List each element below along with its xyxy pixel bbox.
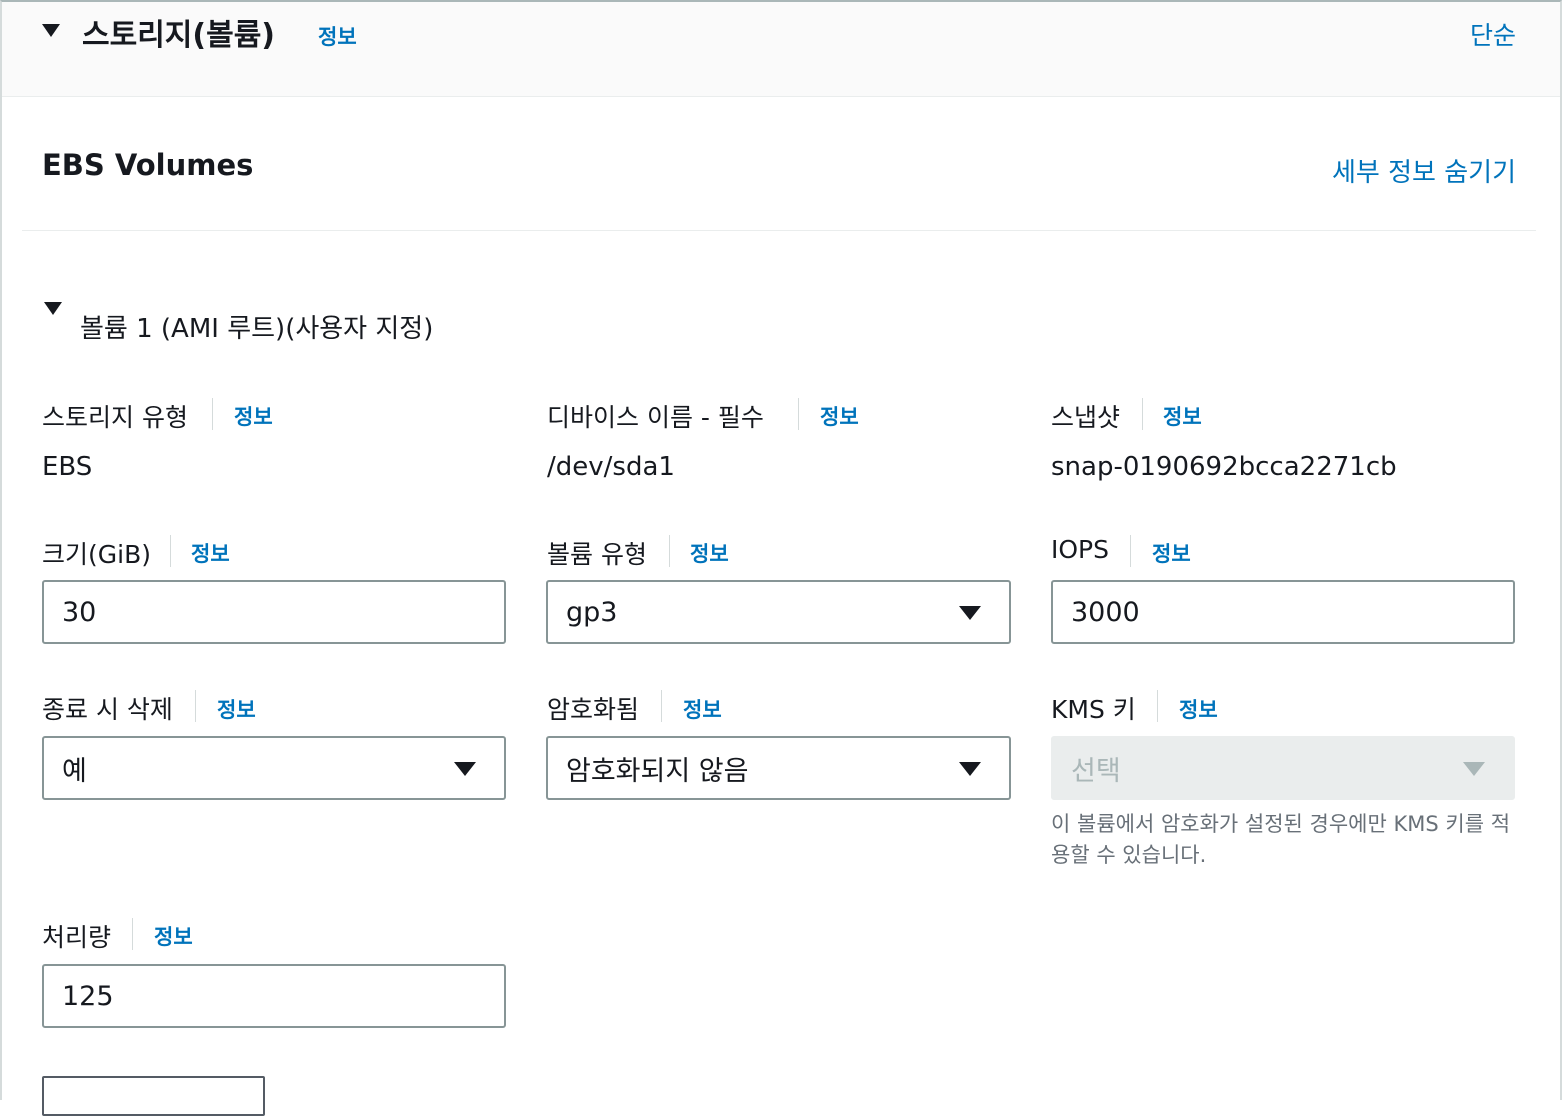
kms-key-hint: 이 볼륨에서 암호화가 설정된 경우에만 KMS 키를 적용할 수 있습니다. <box>1051 812 1511 867</box>
kms-key-select: 선택 <box>1051 736 1515 800</box>
dropdown-triangle-icon <box>959 762 981 776</box>
encrypted-select[interactable]: 암호화되지 않음 <box>546 736 1011 800</box>
device-name-value: /dev/sda1 <box>547 452 675 482</box>
throughput-input[interactable] <box>42 964 506 1028</box>
size-input[interactable] <box>42 580 506 644</box>
label-separator <box>170 535 171 567</box>
label-separator <box>1157 690 1158 722</box>
partial-button[interactable] <box>42 1076 265 1116</box>
encrypted-selected-value: 암호화되지 않음 <box>566 755 749 787</box>
volume-title: 볼륨 1 (AMI 루트)(사용자 지정) <box>80 314 434 344</box>
device-name-label: 디바이스 이름 - 필수 <box>547 403 764 432</box>
storage-type-label: 스토리지 유형 <box>42 403 188 432</box>
label-separator <box>1130 535 1131 567</box>
size-info-link[interactable]: 정보 <box>191 538 230 568</box>
simple-view-link[interactable]: 단순 <box>1470 16 1516 52</box>
dropdown-triangle-icon <box>959 606 981 620</box>
volume-type-info-link[interactable]: 정보 <box>690 538 729 568</box>
label-separator <box>132 918 133 950</box>
section-info-link[interactable]: 정보 <box>318 21 357 51</box>
dropdown-triangle-icon <box>454 762 476 776</box>
volume-expand-caret-icon[interactable] <box>44 302 62 315</box>
kms-key-info-link[interactable]: 정보 <box>1179 694 1218 724</box>
label-separator <box>212 398 213 430</box>
throughput-info-link[interactable]: 정보 <box>154 921 193 951</box>
label-separator <box>1142 398 1143 430</box>
storage-type-value: EBS <box>42 452 93 482</box>
storage-type-info-link[interactable]: 정보 <box>234 401 273 431</box>
snapshot-info-link[interactable]: 정보 <box>1163 401 1202 431</box>
delete-on-termination-label: 종료 시 삭제 <box>42 695 173 724</box>
label-separator <box>661 690 662 722</box>
label-separator <box>798 398 799 430</box>
iops-input[interactable] <box>1051 580 1515 644</box>
collapse-caret-icon[interactable] <box>42 24 60 37</box>
section-title: 스토리지(볼륨) <box>82 18 276 53</box>
ebs-volumes-title: EBS Volumes <box>42 148 254 182</box>
encrypted-label: 암호화됨 <box>547 695 640 724</box>
snapshot-label: 스냅샷 <box>1051 403 1121 432</box>
volume-type-select[interactable]: gp3 <box>546 580 1011 644</box>
delete-on-termination-info-link[interactable]: 정보 <box>217 694 256 724</box>
size-label: 크기(GiB) <box>42 540 151 569</box>
iops-label: IOPS <box>1051 535 1109 564</box>
snapshot-value: snap-0190692bcca2271cb <box>1051 452 1397 482</box>
hide-details-link[interactable]: 세부 정보 숨기기 <box>1332 152 1516 189</box>
divider <box>22 230 1536 231</box>
kms-key-label: KMS 키 <box>1051 695 1136 724</box>
volume-type-label: 볼륨 유형 <box>547 540 647 569</box>
delete-on-termination-select[interactable]: 예 <box>42 736 506 800</box>
label-separator <box>195 690 196 722</box>
label-separator <box>669 535 670 567</box>
delete-on-termination-selected-value: 예 <box>62 755 87 787</box>
device-name-info-link[interactable]: 정보 <box>820 401 859 431</box>
encrypted-info-link[interactable]: 정보 <box>683 694 722 724</box>
throughput-label: 처리량 <box>42 923 112 952</box>
kms-key-placeholder: 선택 <box>1071 755 1121 787</box>
iops-info-link[interactable]: 정보 <box>1152 538 1191 568</box>
volume-type-selected-value: gp3 <box>566 596 618 628</box>
dropdown-triangle-icon <box>1463 762 1485 776</box>
